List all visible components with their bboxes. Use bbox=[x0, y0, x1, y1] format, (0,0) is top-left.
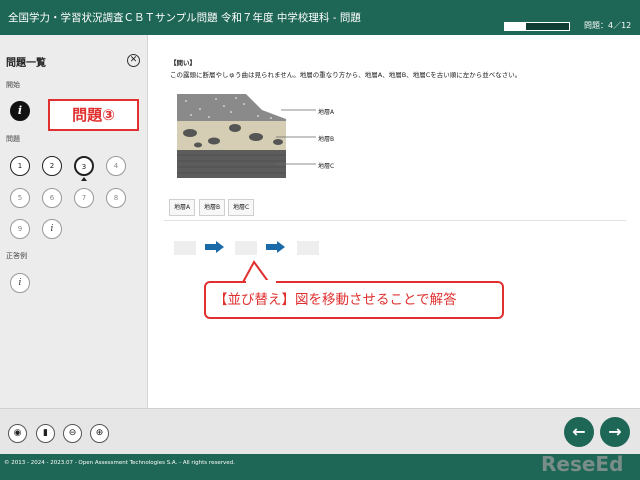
answer-info-button[interactable]: i bbox=[10, 273, 30, 293]
answer-slot-1[interactable] bbox=[174, 241, 196, 255]
layer-label-c: 地層C bbox=[318, 163, 335, 170]
progress-bar bbox=[504, 22, 570, 31]
layer-a-shape bbox=[177, 94, 286, 121]
close-icon[interactable]: ✕ bbox=[127, 54, 140, 67]
question-list-sidebar: 問題一覧 ✕ 開始 i 問題 1 2 3 4 5 6 7 8 9 i 正答例 i bbox=[0, 35, 148, 408]
section-label-answers: 正答例 bbox=[6, 252, 27, 260]
answer-slot-3[interactable] bbox=[297, 241, 319, 255]
question-button-1[interactable]: 1 bbox=[10, 156, 30, 176]
question-button-4[interactable]: 4 bbox=[106, 156, 126, 176]
section-label-questions: 問題 bbox=[6, 135, 20, 143]
layer-label-a: 地層A bbox=[318, 109, 335, 116]
strata-diagram bbox=[177, 94, 316, 178]
question-button-7[interactable]: 7 bbox=[74, 188, 94, 208]
question-heading: 【問い】 bbox=[170, 59, 196, 67]
page-title: 全国学力・学習状況調査ＣＢＴサンプル問題 令和７年度 中学校理科 - 問題 bbox=[8, 12, 361, 24]
choice-chip-c[interactable]: 地層C bbox=[228, 199, 255, 216]
question-button-6[interactable]: 6 bbox=[42, 188, 62, 208]
question-button-2[interactable]: 2 bbox=[42, 156, 62, 176]
top-header: 全国学力・学習状況調査ＣＢＴサンプル問題 令和７年度 中学校理科 - 問題 問題… bbox=[0, 0, 640, 35]
zoom-out-icon[interactable]: ⊖ bbox=[63, 424, 82, 443]
previous-button[interactable]: ← bbox=[564, 417, 594, 447]
copyright-text: © 2013 - 2024 - 2023.07 - Open Assessmen… bbox=[4, 460, 235, 466]
next-button[interactable]: → bbox=[600, 417, 630, 447]
choice-chip-b[interactable]: 地層B bbox=[199, 199, 226, 216]
arrow-right-icon bbox=[205, 241, 224, 253]
question-info-button[interactable]: i bbox=[42, 219, 62, 239]
current-indicator-icon bbox=[81, 177, 87, 181]
layer-c-shape bbox=[177, 150, 286, 178]
start-info-button[interactable]: i bbox=[10, 101, 30, 121]
question-number-callout: 問題③ bbox=[48, 99, 139, 131]
answer-slot-2[interactable] bbox=[235, 241, 257, 255]
site-watermark: ReseEd bbox=[541, 452, 624, 476]
bookmark-icon[interactable]: ▮ bbox=[36, 424, 55, 443]
instruction-callout: 【並び替え】図を移動させることで解答 bbox=[204, 281, 504, 319]
choice-chip-a[interactable]: 地層A bbox=[169, 199, 196, 216]
zoom-in-icon[interactable]: ⊕ bbox=[90, 424, 109, 443]
arrow-right-icon bbox=[266, 241, 285, 253]
question-button-5[interactable]: 5 bbox=[10, 188, 30, 208]
bottom-toolbar: ◉ ▮ ⊖ ⊕ ← → bbox=[0, 408, 640, 454]
layer-label-b: 地層B bbox=[318, 136, 335, 143]
question-counter: 問題：4／12 bbox=[584, 21, 632, 30]
progress-fill bbox=[505, 23, 527, 30]
question-button-8[interactable]: 8 bbox=[106, 188, 126, 208]
question-button-3[interactable]: 3 bbox=[74, 156, 94, 176]
question-text: この露頭に断層やしゅう曲は見られません。地層の重なり方から、地層A、地層B、地層… bbox=[170, 71, 522, 79]
hide-icon[interactable]: ◉ bbox=[8, 424, 27, 443]
sidebar-title: 問題一覧 bbox=[6, 58, 46, 69]
section-label-start: 開始 bbox=[6, 81, 20, 89]
question-button-9[interactable]: 9 bbox=[10, 219, 30, 239]
callout-pointer-mask bbox=[246, 280, 276, 284]
